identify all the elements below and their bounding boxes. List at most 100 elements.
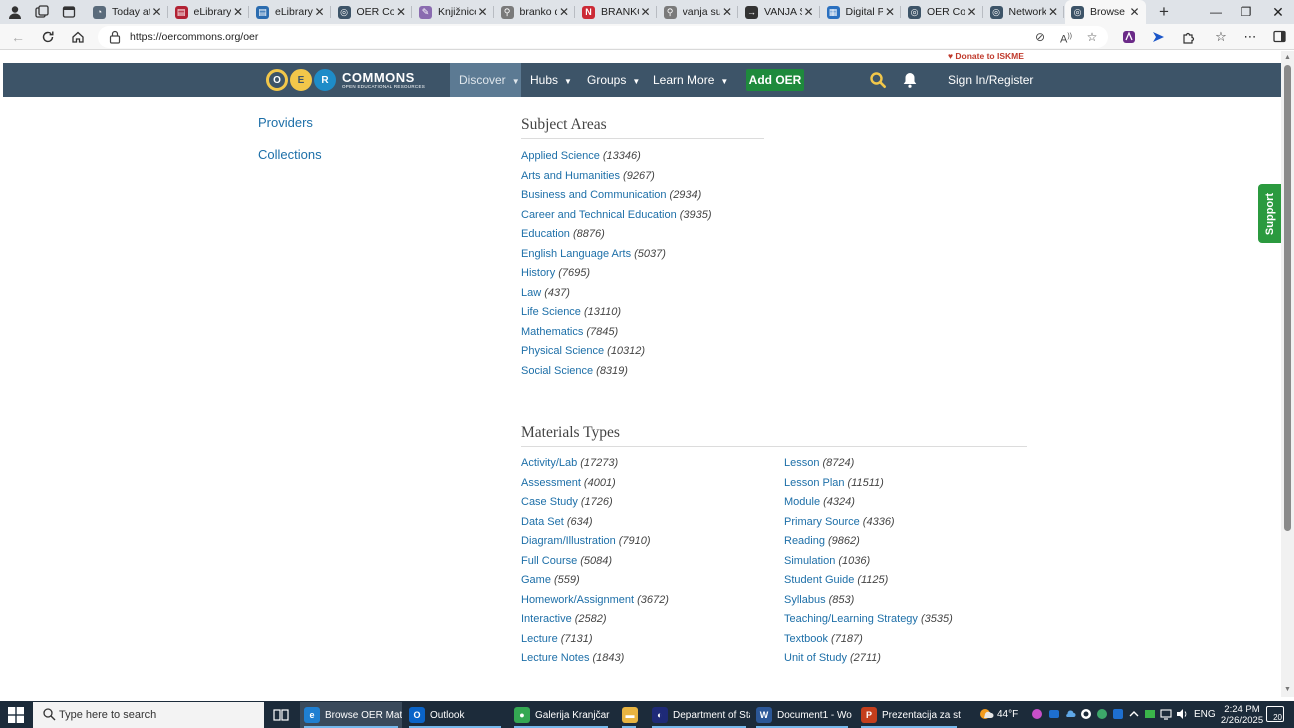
- cloud-icon[interactable]: [1064, 708, 1076, 720]
- favorites-icon[interactable]: ☆: [1212, 28, 1230, 46]
- material-type-item-link[interactable]: Full Course: [521, 555, 577, 567]
- close-tab-icon[interactable]: ✕: [639, 5, 653, 19]
- close-tab-icon[interactable]: ✕: [313, 5, 327, 19]
- browser-tab[interactable]: ◎ Browse OE✕: [1065, 0, 1146, 24]
- weather-icon[interactable]: [978, 706, 994, 722]
- read-aloud-icon[interactable]: A)): [1058, 29, 1074, 46]
- show-hidden-icons-icon[interactable]: [1128, 708, 1140, 720]
- nav-hubs[interactable]: Hubs ▼: [530, 63, 572, 97]
- subject-area-item-link[interactable]: Physical Science: [521, 345, 604, 357]
- browser-tab[interactable]: ⚲ vanja sutlic✕: [658, 0, 738, 24]
- material-type-item-link[interactable]: Assessment: [521, 477, 581, 489]
- browser-tab[interactable]: ▤ eLibraryUS✕: [169, 0, 249, 24]
- favorite-star-icon[interactable]: ☆: [1084, 29, 1100, 45]
- support-button[interactable]: Support: [1258, 184, 1281, 243]
- material-type-item-link[interactable]: Primary Source: [784, 516, 860, 528]
- minimize-button[interactable]: —: [1200, 0, 1232, 24]
- material-type-item-link[interactable]: Module: [784, 496, 820, 508]
- material-type-item-link[interactable]: Unit of Study: [784, 652, 847, 664]
- url-text[interactable]: https://oercommons.org/oer: [130, 31, 258, 43]
- close-tab-icon[interactable]: ✕: [720, 5, 734, 19]
- weather-temperature[interactable]: 44°F: [997, 702, 1018, 728]
- app-tray-icon[interactable]: [1112, 708, 1124, 720]
- browser-tab[interactable]: ▤ eLibraryUS✕: [250, 0, 331, 24]
- app-tray-icon[interactable]: [1080, 708, 1092, 720]
- nav-discover[interactable]: Discover ▼: [450, 63, 521, 97]
- browser-tab[interactable]: ◎ OER Comm✕: [902, 0, 983, 24]
- close-tab-icon[interactable]: ✕: [1128, 5, 1142, 19]
- browser-tab[interactable]: ✎ Knjižnice g✕: [413, 0, 494, 24]
- close-tab-icon[interactable]: ✕: [1046, 5, 1060, 19]
- material-type-item-link[interactable]: Student Guide: [784, 574, 854, 586]
- browser-tab[interactable]: ⚲ branko de✕: [495, 0, 575, 24]
- settings-more-icon[interactable]: ⋯: [1241, 28, 1259, 46]
- material-type-item-link[interactable]: Data Set: [521, 516, 564, 528]
- material-type-item-link[interactable]: Homework/Assignment: [521, 594, 634, 606]
- lock-icon[interactable]: [109, 30, 121, 44]
- maximize-button[interactable]: ❐: [1230, 0, 1262, 24]
- task-view-icon[interactable]: [273, 707, 289, 723]
- material-type-item-link[interactable]: Lecture Notes: [521, 652, 589, 664]
- subject-area-item-link[interactable]: Education: [521, 228, 570, 240]
- extensions-puzzle-icon[interactable]: [1179, 28, 1197, 46]
- material-type-item-link[interactable]: Syllabus: [784, 594, 826, 606]
- notification-center-icon[interactable]: 20: [1266, 706, 1284, 722]
- extension-icon[interactable]: [1120, 28, 1138, 46]
- input-language[interactable]: ENG: [1194, 702, 1216, 728]
- close-tab-icon[interactable]: ✕: [883, 5, 897, 19]
- subject-area-item-link[interactable]: Applied Science: [521, 150, 600, 162]
- collections-link[interactable]: Collections: [258, 147, 322, 162]
- taskbar-app[interactable]: ▬: [618, 702, 640, 728]
- material-type-item-link[interactable]: Case Study: [521, 496, 578, 508]
- address-field[interactable]: https://oercommons.org/oer ⊘ A)) ☆: [98, 26, 1108, 48]
- close-tab-icon[interactable]: ✕: [802, 5, 816, 19]
- copilot-extension-icon[interactable]: [1149, 28, 1167, 46]
- material-type-item-link[interactable]: Interactive: [521, 613, 572, 625]
- app-tray-icon[interactable]: [1144, 708, 1156, 720]
- subject-area-item-link[interactable]: Arts and Humanities: [521, 170, 620, 182]
- subject-area-item-link[interactable]: Life Science: [521, 306, 581, 318]
- subject-area-item-link[interactable]: Mathematics: [521, 326, 583, 338]
- material-type-item-link[interactable]: Diagram/Illustration: [521, 535, 616, 547]
- sidebar-toggle-icon[interactable]: [1270, 28, 1288, 46]
- taskbar-app[interactable]: O Outlook: [405, 702, 505, 728]
- scroll-up-arrow-icon[interactable]: ▲: [1281, 52, 1294, 64]
- close-tab-icon[interactable]: ✕: [965, 5, 979, 19]
- close-tab-icon[interactable]: ✕: [150, 5, 164, 19]
- browser-tab[interactable]: N BRANKO D✕: [576, 0, 657, 24]
- material-type-item-link[interactable]: Teaching/Learning Strategy: [784, 613, 918, 625]
- vertical-scrollbar[interactable]: ▲ ▼: [1281, 51, 1294, 697]
- app-tray-icon[interactable]: [1031, 708, 1043, 720]
- app-tray-icon[interactable]: [1096, 708, 1108, 720]
- home-button[interactable]: [68, 27, 88, 47]
- material-type-item-link[interactable]: Lecture: [521, 633, 558, 645]
- app-tray-icon[interactable]: [1048, 708, 1060, 720]
- subject-area-item-link[interactable]: English Language Arts: [521, 248, 631, 260]
- close-window-button[interactable]: ✕: [1262, 0, 1294, 24]
- material-type-item-link[interactable]: Simulation: [784, 555, 835, 567]
- search-icon[interactable]: [869, 71, 887, 89]
- providers-link[interactable]: Providers: [258, 115, 313, 130]
- material-type-item-link[interactable]: Game: [521, 574, 551, 586]
- taskbar-app[interactable]: ● Galerija Kranjčar | ...: [510, 702, 612, 728]
- network-icon[interactable]: [1160, 708, 1172, 720]
- scroll-down-arrow-icon[interactable]: ▼: [1281, 684, 1294, 696]
- refresh-button[interactable]: [38, 27, 58, 47]
- browser-tab[interactable]: ▦ Digital Pub✕: [821, 0, 901, 24]
- close-tab-icon[interactable]: ✕: [557, 5, 571, 19]
- add-oer-button[interactable]: Add OER: [746, 69, 804, 91]
- subject-area-item-link[interactable]: Career and Technical Education: [521, 209, 677, 221]
- taskbar-app[interactable]: e Browse OER Mater...: [300, 702, 402, 728]
- taskbar-search-box[interactable]: Type here to search: [33, 702, 264, 728]
- back-button[interactable]: ←: [8, 27, 28, 47]
- donate-link[interactable]: ♥ Donate to ISKME: [948, 51, 1024, 61]
- browser-tab[interactable]: → VANJA SUT✕: [739, 0, 820, 24]
- oer-commons-logo[interactable]: O E R COMMONS OPEN EDUCATIONAL RESOURCES: [266, 68, 425, 92]
- bell-icon[interactable]: [901, 71, 919, 89]
- taskbar-app[interactable]: W Document1 - Word: [752, 702, 852, 728]
- subject-area-item-link[interactable]: History: [521, 267, 555, 279]
- browser-tab[interactable]: ◎ OER Comm✕: [332, 0, 412, 24]
- new-tab-button[interactable]: +: [1155, 2, 1173, 22]
- taskbar-app[interactable]: P Prezentacija za str...: [857, 702, 961, 728]
- volume-icon[interactable]: [1176, 708, 1188, 720]
